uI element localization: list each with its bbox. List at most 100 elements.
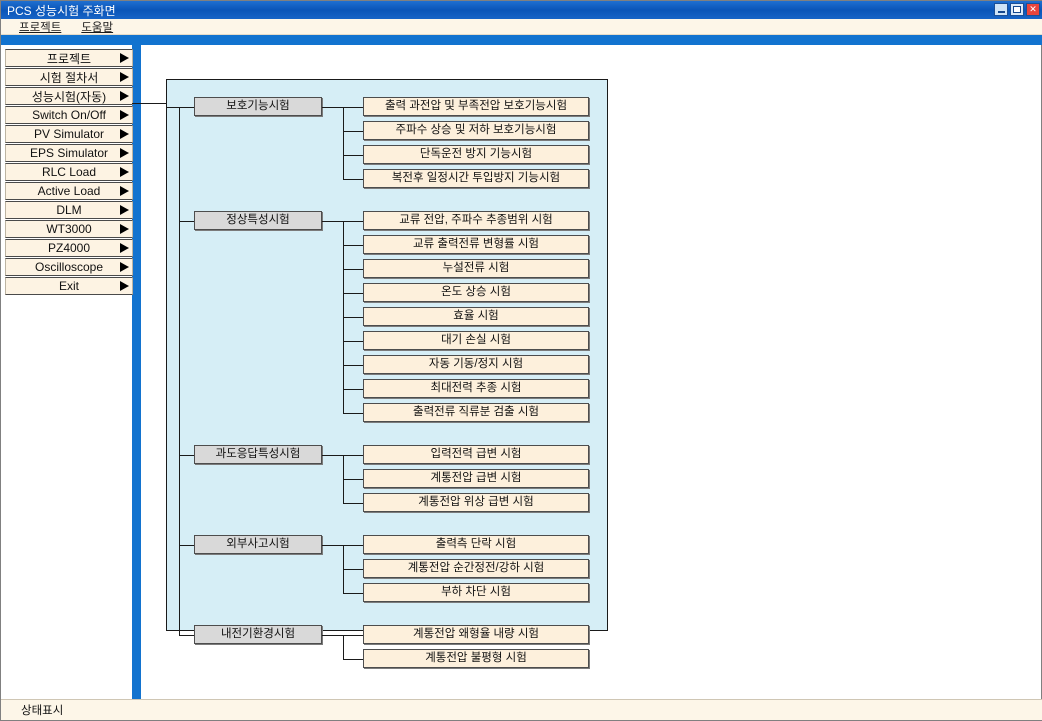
tree-connector	[179, 221, 194, 222]
tree-child-label: 부하 차단 시험	[441, 585, 511, 598]
sidebar-item-exit[interactable]: Exit	[5, 277, 133, 295]
tree-child-label: 대기 손실 시험	[441, 333, 511, 346]
tree-child-label: 계통전압 불평형 시험	[425, 651, 527, 664]
chevron-right-icon	[120, 110, 129, 120]
menu-item-project[interactable]: 프로젝트	[13, 19, 67, 35]
tree-child-label: 계통전압 급변 시험	[430, 471, 522, 484]
status-bar: 상태표시	[1, 699, 1042, 720]
window-controls: ✕	[994, 3, 1040, 16]
tree-parent-node[interactable]: 정상특성시험	[194, 211, 322, 230]
sidebar-item-wt3000[interactable]: WT3000	[5, 220, 133, 238]
sidebar-item-eps-simulator[interactable]: EPS Simulator	[5, 144, 133, 162]
tree-parent-label: 외부사고시험	[226, 537, 290, 550]
accent-bar	[1, 35, 1042, 45]
chevron-right-icon	[120, 186, 129, 196]
tree-child-node[interactable]: 계통전압 순간정전/강하 시험	[363, 559, 589, 578]
sidebar-item-test-procedure[interactable]: 시험 절차서	[5, 68, 133, 86]
tree-connector	[343, 293, 363, 294]
tree-child-node[interactable]: 입력전력 급변 시험	[363, 445, 589, 464]
tree-connector	[322, 455, 343, 456]
tree-connector	[167, 107, 179, 108]
maximize-button[interactable]	[1010, 3, 1024, 16]
tree-connector	[343, 635, 363, 636]
tree-child-label: 교류 전압, 주파수 추종범위 시험	[399, 213, 553, 226]
tree-child-node[interactable]: 교류 출력전류 변형률 시험	[363, 235, 589, 254]
tree-connector	[343, 107, 344, 179]
tree-parent-node[interactable]: 내전기환경시험	[194, 625, 322, 644]
sidebar-item-label: DLM	[56, 203, 82, 217]
tree-child-label: 최대전력 추종 시험	[430, 381, 522, 394]
tree-connector	[179, 107, 194, 108]
chevron-right-icon	[120, 205, 129, 215]
menu-item-help[interactable]: 도움말	[75, 19, 119, 35]
tree-connector	[343, 365, 363, 366]
application-window: PCS 성능시험 주화면 ✕ 프로젝트 도움말 프로젝트 시험 절차서 성능시험…	[0, 0, 1042, 721]
minimize-button[interactable]	[994, 3, 1008, 16]
sidebar-item-label: 성능시험(자동)	[31, 89, 107, 104]
tree-child-label: 누설전류 시험	[442, 261, 510, 274]
tree-child-label: 복전후 일정시간 투입방지 기능시험	[391, 171, 561, 184]
sidebar-item-label: Active Load	[37, 184, 101, 198]
tree-parent-node[interactable]: 보호기능시험	[194, 97, 322, 116]
tree-connector	[322, 545, 343, 546]
sidebar-item-performance-test-auto[interactable]: 성능시험(자동)	[5, 87, 133, 105]
tree-parent-node[interactable]: 외부사고시험	[194, 535, 322, 554]
tree-parent-label: 정상특성시험	[226, 213, 290, 226]
sidebar-item-project[interactable]: 프로젝트	[5, 49, 133, 67]
tree-child-node[interactable]: 누설전류 시험	[363, 259, 589, 278]
close-button[interactable]: ✕	[1026, 3, 1040, 16]
chevron-right-icon	[120, 243, 129, 253]
tree-child-node[interactable]: 부하 차단 시험	[363, 583, 589, 602]
tree-child-node[interactable]: 교류 전압, 주파수 추종범위 시험	[363, 211, 589, 230]
chevron-right-icon	[120, 53, 129, 63]
tree-child-label: 효율 시험	[453, 309, 499, 322]
tree-connector	[343, 569, 363, 570]
tree-child-node[interactable]: 출력측 단락 시험	[363, 535, 589, 554]
status-text: 상태표시	[21, 705, 64, 717]
sidebar-item-active-load[interactable]: Active Load	[5, 182, 133, 200]
tree-child-node[interactable]: 계통전압 불평형 시험	[363, 649, 589, 668]
tree-child-node[interactable]: 자동 기동/정지 시험	[363, 355, 589, 374]
sidebar-item-pv-simulator[interactable]: PV Simulator	[5, 125, 133, 143]
sidebar-item-rlc-load[interactable]: RLC Load	[5, 163, 133, 181]
tree-child-label: 입력전력 급변 시험	[430, 447, 522, 460]
tree-child-node[interactable]: 효율 시험	[363, 307, 589, 326]
tree-child-label: 출력전류 직류분 검출 시험	[413, 405, 539, 418]
tree-connector	[179, 545, 194, 546]
sidebar-item-label: Switch On/Off	[32, 108, 106, 122]
tree-connector	[343, 155, 363, 156]
tree-child-node[interactable]: 대기 손실 시험	[363, 331, 589, 350]
tree-connector	[343, 179, 363, 180]
tree-connector	[343, 221, 344, 413]
chevron-right-icon	[120, 262, 129, 272]
tree-parent-node[interactable]: 과도응답특성시험	[194, 445, 322, 464]
tree-child-label: 교류 출력전류 변형률 시험	[413, 237, 539, 250]
tree-parent-label: 보호기능시험	[226, 99, 290, 112]
tree-child-node[interactable]: 주파수 상승 및 저하 보호기능시험	[363, 121, 589, 140]
tree-child-node[interactable]: 출력 과전압 및 부족전압 보호기능시험	[363, 97, 589, 116]
sidebar-item-pz4000[interactable]: PZ4000	[5, 239, 133, 257]
tree-connector	[179, 107, 180, 635]
tree-child-node[interactable]: 출력전류 직류분 검출 시험	[363, 403, 589, 422]
sidebar-item-oscilloscope[interactable]: Oscilloscope	[5, 258, 133, 276]
tree-child-node[interactable]: 온도 상승 시험	[363, 283, 589, 302]
sidebar-item-dlm[interactable]: DLM	[5, 201, 133, 219]
tree-child-label: 주파수 상승 및 저하 보호기능시험	[395, 123, 557, 136]
tree-child-node[interactable]: 계통전압 위상 급변 시험	[363, 493, 589, 512]
tree-child-label: 자동 기동/정지 시험	[428, 357, 524, 370]
tree-child-node[interactable]: 최대전력 추종 시험	[363, 379, 589, 398]
tree-child-label: 온도 상승 시험	[441, 285, 511, 298]
tree-connector	[343, 455, 344, 503]
tree-child-node[interactable]: 단독운전 방지 기능시험	[363, 145, 589, 164]
tree-child-node[interactable]: 계통전압 왜형율 내량 시험	[363, 625, 589, 644]
sidebar-item-label: Oscilloscope	[34, 260, 104, 274]
sidebar-accent-strip	[132, 45, 141, 701]
sidebar-item-switch-on-off[interactable]: Switch On/Off	[5, 106, 133, 124]
tree-connector	[343, 389, 363, 390]
menu-bar: 프로젝트 도움말	[1, 19, 1042, 35]
tree-child-node[interactable]: 복전후 일정시간 투입방지 기능시험	[363, 169, 589, 188]
tree-connector	[343, 545, 344, 593]
tree-child-node[interactable]: 계통전압 급변 시험	[363, 469, 589, 488]
tree-connector	[343, 245, 363, 246]
sidebar-item-label: 시험 절차서	[39, 70, 99, 85]
